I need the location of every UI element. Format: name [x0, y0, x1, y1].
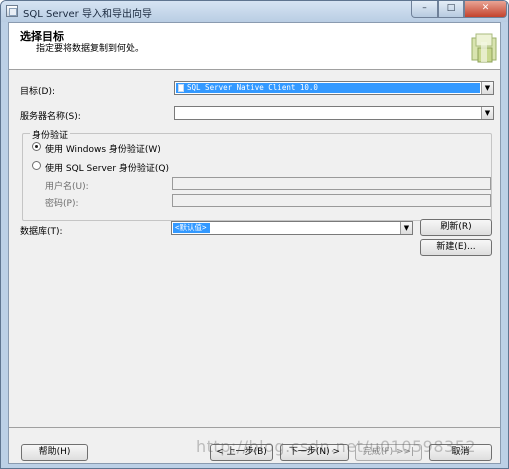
- destination-combo[interactable]: SQL Server Native Client 10.0 ▼: [174, 81, 494, 95]
- maximize-button[interactable]: □: [438, 1, 464, 18]
- footer-divider: [9, 427, 500, 428]
- title-bar[interactable]: SQL Server 导入和导出向导 – □ ✕: [1, 1, 508, 22]
- cancel-button[interactable]: 取消: [429, 444, 492, 461]
- wizard-header: 选择目标 指定要将数据复制到何处。: [9, 23, 500, 70]
- username-label: 用户名(U):: [45, 182, 89, 192]
- database-combo[interactable]: <默认值> ▼: [171, 221, 413, 235]
- server-name-combo[interactable]: ▼: [174, 106, 494, 120]
- chevron-down-icon[interactable]: ▼: [481, 107, 493, 119]
- finish-button[interactable]: 完成(F) >>|: [355, 444, 422, 461]
- wizard-window: SQL Server 导入和导出向导 – □ ✕ 选择目标 指定要将数据复制到何…: [0, 0, 509, 469]
- next-button[interactable]: 下一步(N) >: [280, 444, 349, 461]
- database-value: <默认值>: [173, 223, 210, 233]
- provider-icon: [178, 84, 184, 92]
- app-icon: [6, 5, 18, 17]
- window-title: SQL Server 导入和导出向导: [23, 9, 152, 20]
- password-label: 密码(P):: [45, 199, 79, 209]
- minimize-button[interactable]: –: [411, 1, 438, 18]
- auth-windows-radio[interactable]: [32, 142, 41, 151]
- wizard-client-area: 选择目标 指定要将数据复制到何处。 目标(D): SQL Server Nati…: [8, 22, 501, 464]
- server-name-label: 服务器名称(S):: [20, 112, 81, 122]
- destination-label: 目标(D):: [20, 87, 55, 97]
- database-label: 数据库(T):: [20, 227, 63, 237]
- username-input[interactable]: [172, 177, 491, 190]
- chevron-down-icon[interactable]: ▼: [481, 82, 493, 94]
- page-subtitle: 指定要将数据复制到何处。: [36, 44, 145, 54]
- auth-group-label: 身份验证: [30, 128, 71, 141]
- auth-sql-label[interactable]: 使用 SQL Server 身份验证(Q): [45, 161, 169, 174]
- back-button[interactable]: < 上一步(B): [210, 444, 273, 461]
- refresh-button[interactable]: 刷新(R): [420, 219, 492, 236]
- help-button[interactable]: 帮助(H): [21, 444, 88, 461]
- auth-windows-label[interactable]: 使用 Windows 身份验证(W): [45, 142, 161, 155]
- wizard-graphic-icon: [471, 33, 497, 63]
- destination-value: SQL Server Native Client 10.0: [187, 83, 318, 92]
- chevron-down-icon[interactable]: ▼: [400, 222, 412, 234]
- new-database-button[interactable]: 新建(E)...: [420, 239, 492, 256]
- auth-sql-radio[interactable]: [32, 161, 41, 170]
- close-button[interactable]: ✕: [464, 1, 507, 18]
- password-input[interactable]: [172, 194, 491, 207]
